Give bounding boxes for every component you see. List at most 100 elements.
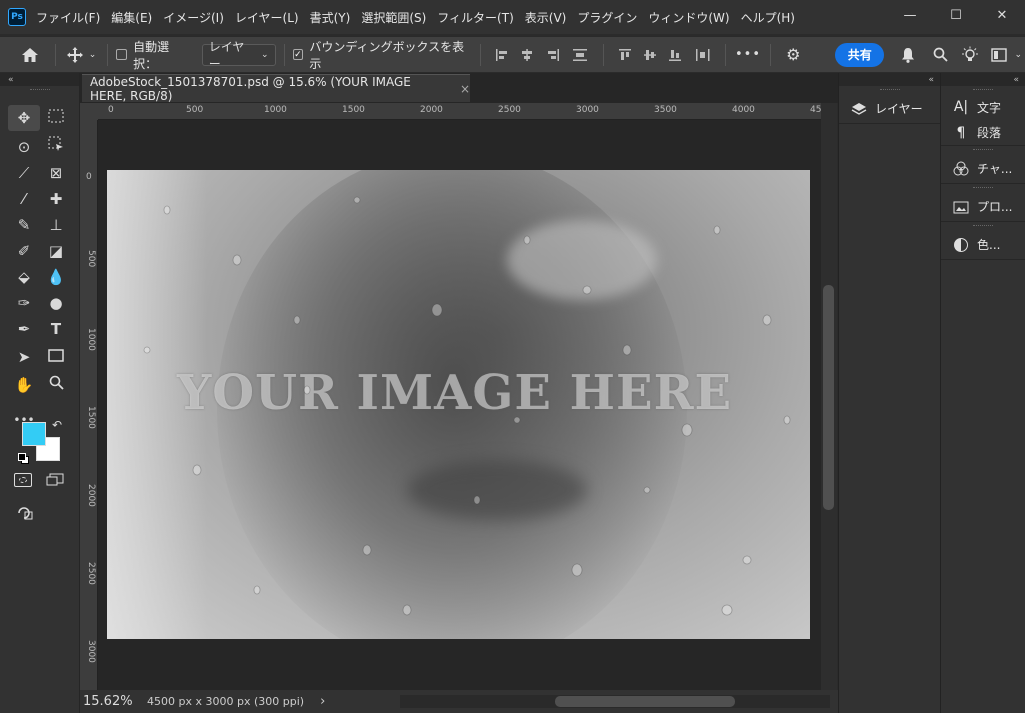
gear-icon[interactable]: ⚙ [779, 45, 808, 64]
collapse-toolbar-icon[interactable]: « [0, 73, 79, 86]
canvas-area[interactable]: YOUR IMAGE HERE [98, 120, 821, 690]
horizontal-scroll-thumb[interactable] [555, 696, 735, 707]
grip-handle[interactable] [941, 222, 1025, 230]
bounding-box-label: バウンディングボックスを表示 [309, 39, 465, 71]
zoom-tool-icon[interactable] [40, 370, 72, 396]
dodge-tool-icon[interactable]: ✑ [8, 290, 40, 316]
properties-panel-tab[interactable]: プロ... [941, 192, 1025, 222]
maximize-button[interactable]: ☐ [933, 0, 979, 30]
minimize-button[interactable]: — [887, 0, 933, 30]
color-panel-label: 色... [977, 238, 1001, 252]
menu-image[interactable]: イメージ(I) [163, 9, 224, 26]
object-select-tool-icon[interactable] [40, 131, 72, 157]
character-panel-tab[interactable]: A| 文字 [941, 94, 1025, 120]
align-top-icon[interactable] [612, 48, 637, 62]
bell-icon[interactable] [890, 47, 925, 63]
ruler-h-label: 45 [810, 105, 821, 115]
status-bar: 15.62% 4500 px x 3000 px (300 ppi) › [80, 690, 838, 713]
eyedropper-tool-icon[interactable]: ⁄ [8, 186, 40, 212]
document-info: 4500 px x 3000 px (300 ppi) [147, 695, 305, 708]
grip-handle[interactable] [941, 86, 1025, 94]
status-menu-arrow[interactable]: › [320, 694, 325, 709]
menu-window[interactable]: ウィンドウ(W) [648, 9, 729, 26]
rectangle-tool-icon[interactable] [40, 342, 72, 368]
distribute-h-icon[interactable] [688, 48, 717, 62]
bounding-box-checkbox[interactable]: ✓ [292, 49, 304, 60]
align-middle-v-icon[interactable] [637, 48, 662, 62]
hand-tool-icon[interactable]: ✋ [8, 372, 40, 398]
collapse-panel-icon[interactable]: « [941, 73, 1025, 86]
healing-brush-tool-icon[interactable]: ✚ [40, 186, 72, 212]
ruler-v-label: 2500 [86, 562, 96, 585]
zoom-level[interactable]: 15.62% [83, 694, 139, 709]
align-center-h-icon[interactable] [515, 48, 540, 62]
layer-select-dropdown[interactable]: レイヤー ⌄ [201, 40, 276, 71]
lasso-tool-icon[interactable]: ⊙ [8, 134, 40, 160]
color-panel-tab[interactable]: 色... [941, 230, 1025, 260]
align-bottom-icon[interactable] [663, 48, 688, 62]
menu-layer[interactable]: レイヤー(L) [235, 9, 299, 26]
menu-type[interactable]: 書式(Y) [310, 9, 351, 26]
paragraph-panel-tab[interactable]: ¶ 段落 [941, 120, 1025, 146]
foreground-color-swatch[interactable] [22, 422, 46, 446]
close-tab-icon[interactable]: × [460, 82, 470, 96]
close-button[interactable]: ✕ [979, 0, 1025, 30]
frame-tool-icon[interactable]: ⊠ [40, 160, 72, 186]
menu-view[interactable]: 表示(V) [525, 9, 567, 26]
document-tab[interactable]: AdobeStock_1501378701.psd @ 15.6% (YOUR … [82, 74, 470, 103]
screen-mode-icon[interactable] [46, 473, 64, 487]
menu-help[interactable]: ヘルプ(H) [741, 9, 795, 26]
channels-panel-tab[interactable]: チャ... [941, 154, 1025, 184]
marquee-tool-icon[interactable] [40, 103, 72, 129]
grip-handle[interactable] [839, 86, 940, 94]
horizontal-scrollbar[interactable] [400, 695, 830, 708]
align-right-icon[interactable] [540, 48, 565, 62]
eraser-tool-icon[interactable]: ◪ [40, 238, 72, 264]
path-select-tool-icon[interactable]: ➤ [8, 344, 40, 370]
brush-tool-icon[interactable]: ✎ [8, 212, 40, 238]
grip-handle[interactable] [0, 86, 79, 94]
zoom-search-tool-icon[interactable]: ● [40, 290, 72, 316]
move-tool-icon[interactable] [64, 46, 86, 63]
grip-handle[interactable] [941, 184, 1025, 192]
move-tool-icon[interactable]: ✥ [8, 105, 40, 131]
auto-select-checkbox[interactable] [116, 49, 128, 60]
align-left-icon[interactable] [489, 48, 514, 62]
search-icon[interactable] [925, 47, 954, 62]
more-options-icon[interactable]: ••• [734, 47, 761, 62]
vertical-scroll-thumb[interactable] [823, 285, 834, 510]
grip-handle[interactable] [941, 146, 1025, 154]
paint-bucket-tool-icon[interactable]: ⬙ [8, 264, 40, 290]
menu-file[interactable]: ファイル(F) [36, 9, 100, 26]
crop-tool-icon[interactable]: ⟋ [8, 160, 40, 186]
chevron-down-icon[interactable]: ⌄ [86, 50, 100, 60]
type-tool-icon[interactable]: T [40, 316, 72, 342]
workspace-icon[interactable] [986, 47, 1011, 62]
stamp-tool-icon[interactable]: ⊥ [40, 212, 72, 238]
collapse-panel-icon[interactable]: « [839, 73, 940, 86]
menu-filter[interactable]: フィルター(T) [437, 9, 513, 26]
pen-tool-icon[interactable]: ✒ [8, 316, 40, 342]
channels-panel-label: チャ... [977, 162, 1013, 176]
swap-colors-icon[interactable]: ↶ [52, 418, 62, 432]
home-icon[interactable] [12, 47, 47, 63]
document-image[interactable]: YOUR IMAGE HERE [107, 170, 810, 639]
history-brush-tool-icon[interactable]: ✐ [8, 238, 40, 264]
chevron-down-icon[interactable]: ⌄ [1011, 50, 1025, 60]
layers-panel-tab[interactable]: レイヤー [839, 94, 940, 124]
distribute-icon[interactable] [566, 48, 595, 62]
ruler-v-label: 500 [86, 250, 96, 268]
blur-tool-icon[interactable]: 💧 [40, 264, 72, 290]
quick-mask-icon[interactable] [14, 473, 32, 487]
rotate-view-icon[interactable] [16, 505, 34, 521]
menu-edit[interactable]: 編集(E) [111, 9, 152, 26]
default-colors-icon[interactable] [18, 453, 30, 465]
horizontal-ruler[interactable]: 0 500 1000 1500 2000 2500 3000 3500 4000… [98, 103, 821, 120]
menu-select[interactable]: 選択範囲(S) [361, 9, 426, 26]
vertical-ruler[interactable]: 0 500 1000 1500 2000 2500 3000 [80, 120, 98, 690]
lightbulb-icon[interactable] [955, 46, 986, 64]
share-button[interactable]: 共有 [835, 42, 885, 67]
channels-icon [951, 161, 971, 177]
tool-grid: ✥ ⊙ ⟋ ⊠ ⁄ ✚ ✎ ⊥ ✐ ◪ ⬙ 💧 ✑ ● ✒ T ➤ ✋ ••• [8, 103, 72, 433]
menu-plugins[interactable]: プラグイン [577, 9, 637, 26]
